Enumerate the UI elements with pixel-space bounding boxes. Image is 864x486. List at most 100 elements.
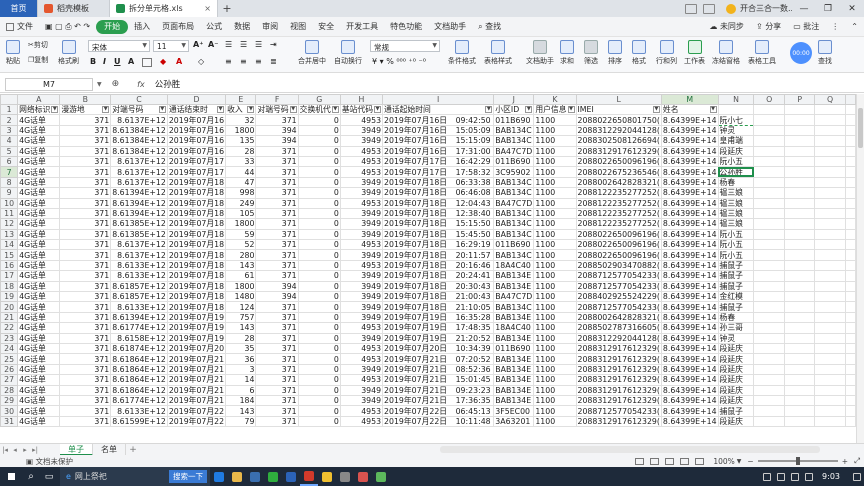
cell[interactable]: BA47C7D [493, 145, 535, 157]
cell[interactable]: 3949 [339, 124, 384, 137]
empty-cell[interactable] [753, 394, 786, 407]
cell[interactable]: 2088122235277252( [575, 197, 662, 209]
cell[interactable]: 3949 [339, 176, 384, 189]
cell[interactable]: 4G话单 [17, 155, 61, 168]
cell[interactable]: 998 [225, 187, 257, 199]
empty-cell[interactable] [844, 374, 856, 386]
cell[interactable]: BAB134C [493, 301, 535, 313]
cell[interactable]: 2019年07月18 [166, 218, 227, 230]
cell[interactable]: 2088312917612329( [575, 353, 662, 365]
row-header[interactable]: 6 [0, 155, 19, 168]
empty-cell[interactable] [844, 166, 856, 178]
cell[interactable]: 2019年07月18 [166, 187, 227, 199]
name-cell[interactable]: 段延庆 [717, 353, 755, 365]
app-icon[interactable] [354, 467, 372, 486]
empty-cell[interactable] [844, 124, 856, 137]
row-header[interactable]: 1 [0, 103, 19, 116]
empty-cell[interactable] [753, 207, 786, 220]
cell[interactable]: 2019年07月19日 17:48:35 [382, 322, 495, 334]
empty-cell[interactable] [784, 291, 816, 303]
cell[interactable]: 6 [225, 384, 257, 396]
cell[interactable]: 1800 [225, 218, 257, 230]
cell[interactable]: 2019年07月18日 06:46:08 [382, 187, 495, 199]
cell[interactable]: 8.64399E+14 [660, 353, 719, 365]
name-cell[interactable]: 段延庆 [717, 363, 755, 376]
empty-cell[interactable] [814, 342, 846, 355]
cell[interactable]: 2019年07月16日 09:42:50 [382, 114, 495, 126]
cell[interactable]: 2088502903470882( [575, 259, 662, 272]
cell[interactable]: 371 [59, 249, 112, 261]
cell[interactable]: 1100 [533, 239, 577, 251]
copy-button[interactable]: ❐复制 [28, 55, 48, 65]
cell[interactable]: 2019年07月18 [166, 176, 227, 189]
empty-cell[interactable] [814, 415, 846, 428]
empty-cell[interactable] [784, 207, 816, 220]
cell[interactable]: 371 [59, 176, 112, 189]
empty-cell[interactable] [784, 124, 816, 137]
name-cell[interactable]: 金红模 [717, 291, 755, 303]
cell[interactable]: 371 [59, 166, 112, 178]
cell[interactable]: 2019年07月18日 20:16:46 [382, 259, 495, 272]
cell[interactable]: 2088712577054233( [575, 280, 662, 293]
cell[interactable]: 2019年07月18 [166, 228, 227, 241]
row-header[interactable]: 17 [0, 270, 19, 282]
empty-cell[interactable] [814, 187, 846, 199]
cell[interactable]: 8.6133E+12 [110, 259, 168, 272]
page-layout-icon[interactable] [665, 457, 675, 465]
cell[interactable]: 371 [59, 207, 112, 220]
cell[interactable]: 2019年07月21 [166, 353, 227, 365]
cell[interactable]: 2019年07月21 [166, 384, 227, 396]
cell[interactable]: 2019年07月21 [166, 363, 227, 376]
menu-review[interactable]: 审阅 [256, 17, 284, 37]
cell[interactable]: 2019年07月18 [166, 249, 227, 261]
find-button[interactable]: 查找 [818, 40, 832, 66]
col-header-q[interactable]: Q [814, 94, 846, 105]
cell[interactable]: 2088712577054233( [575, 405, 662, 417]
menu-security[interactable]: 安全 [312, 17, 340, 37]
cell[interactable]: 4953 [339, 166, 384, 178]
empty-cell[interactable] [784, 259, 816, 272]
cell[interactable]: 4G话单 [17, 353, 61, 365]
row-header[interactable]: 7 [0, 166, 19, 178]
grow-font-icon[interactable]: A⁺ [193, 40, 203, 49]
empty-cell[interactable] [784, 218, 816, 230]
empty-cell[interactable] [753, 135, 786, 147]
table-tools-button[interactable]: 表格工具 [748, 40, 776, 66]
name-cell[interactable]: 阮小五 [717, 239, 755, 251]
cell[interactable]: 371 [255, 166, 299, 178]
cell[interactable]: 2088312292044128( [575, 124, 662, 137]
empty-cell[interactable] [814, 291, 846, 303]
cell[interactable]: 0 [297, 155, 341, 168]
cell[interactable]: 371 [59, 405, 112, 417]
empty-cell[interactable] [784, 405, 816, 417]
normal-view-icon[interactable] [650, 457, 660, 465]
cell[interactable]: 2019年07月18日 21:10:05 [382, 301, 495, 313]
cell[interactable]: 8.64399E+14 [660, 280, 719, 293]
cell[interactable]: 2088022650801750( [575, 114, 662, 126]
cell[interactable]: 2019年07月18 [166, 280, 227, 293]
empty-cell[interactable] [753, 155, 786, 168]
cell[interactable]: 8.64399E+14 [660, 322, 719, 334]
cell[interactable]: 371 [59, 114, 112, 126]
cell[interactable]: 4G话单 [17, 342, 61, 355]
name-cell[interactable]: 杨春 [717, 311, 755, 324]
cell[interactable]: 3949 [339, 384, 384, 396]
empty-cell[interactable] [814, 374, 846, 386]
comment-button[interactable]: ▭ 批注 [787, 17, 825, 37]
name-cell[interactable]: 阮小五 [717, 249, 755, 261]
menu-view[interactable]: 视图 [284, 17, 312, 37]
cell[interactable]: 1100 [533, 280, 577, 293]
cell[interactable]: 3949 [339, 249, 384, 261]
cell[interactable]: 394 [255, 135, 299, 147]
next-sheet-icon[interactable]: ▸ [20, 446, 30, 454]
menu-doc-helper[interactable]: 文档助手 [428, 17, 472, 37]
cell[interactable]: 1100 [533, 176, 577, 189]
empty-cell[interactable] [784, 270, 816, 282]
name-cell[interactable]: 段延庆 [717, 374, 755, 386]
cell[interactable]: 0 [297, 166, 341, 178]
cell[interactable]: 371 [255, 415, 299, 428]
cell[interactable]: BAB134E [493, 394, 535, 407]
row-header[interactable]: 12 [0, 218, 19, 230]
empty-cell[interactable] [753, 176, 786, 189]
tab-home[interactable]: 首页 [0, 0, 38, 17]
